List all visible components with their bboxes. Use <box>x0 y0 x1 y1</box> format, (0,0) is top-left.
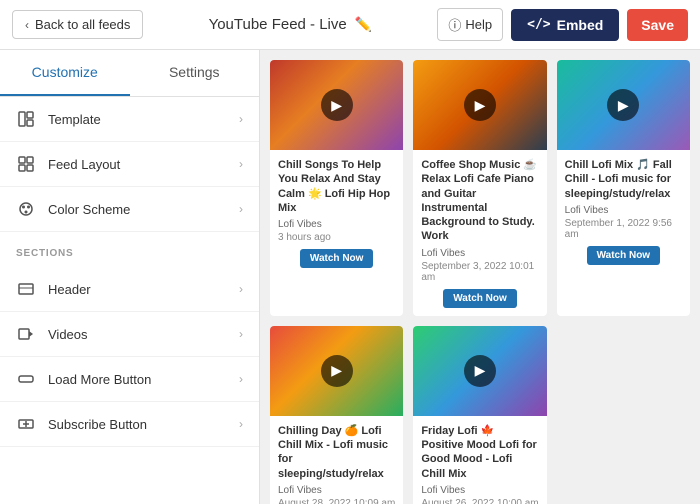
subscribe-icon <box>16 414 36 434</box>
video-icon <box>16 324 36 344</box>
sidebar-item-template[interactable]: Template › <box>0 97 259 142</box>
video-info: Chill Lofi Mix 🎵 Fall Chill - Lofi music… <box>557 150 690 273</box>
video-thumbnail: ▶ <box>557 60 690 150</box>
video-title: Chill Songs To Help You Relax And Stay C… <box>278 158 395 215</box>
content-area: ▶ Chill Songs To Help You Relax And Stay… <box>260 50 700 504</box>
play-button[interactable]: ▶ <box>464 89 496 121</box>
tab-settings[interactable]: Settings <box>130 50 260 96</box>
video-date: 3 hours ago <box>278 232 395 243</box>
sidebar-item-feed-layout[interactable]: Feed Layout › <box>0 142 259 187</box>
back-label: Back to all feeds <box>35 17 130 32</box>
sidebar-item-label: Feed Layout <box>48 157 120 172</box>
video-title: Chilling Day 🍊 Lofi Chill Mix - Lofi mus… <box>278 424 395 481</box>
chevron-left-icon: ‹ <box>25 18 29 32</box>
chevron-right-icon: › <box>239 417 243 431</box>
color-scheme-icon <box>16 199 36 219</box>
video-card: ▶ Friday Lofi 🍁 Positive Mood Lofi for G… <box>413 326 546 504</box>
sidebar-item-label: Header <box>48 282 91 297</box>
watch-now-button[interactable]: Watch Now <box>587 246 661 265</box>
video-channel: Lofi Vibes <box>565 205 682 216</box>
chevron-right-icon: › <box>239 282 243 296</box>
app-header: ‹ Back to all feeds YouTube Feed - Live … <box>0 0 700 50</box>
watch-now-button[interactable]: Watch Now <box>443 289 517 308</box>
chevron-right-icon: › <box>239 157 243 171</box>
video-title: Friday Lofi 🍁 Positive Mood Lofi for Goo… <box>421 424 538 481</box>
help-label: Help <box>465 17 492 32</box>
video-date: September 3, 2022 10:01 am <box>421 261 538 283</box>
sidebar-tabs: Customize Settings <box>0 50 259 97</box>
play-button[interactable]: ▶ <box>464 355 496 387</box>
video-thumbnail: ▶ <box>413 60 546 150</box>
save-label: Save <box>641 17 674 33</box>
save-button[interactable]: Save <box>627 9 688 41</box>
chevron-right-icon: › <box>239 202 243 216</box>
video-date: August 26, 2022 10:00 am <box>421 498 538 504</box>
template-icon <box>16 109 36 129</box>
video-thumbnail: ▶ <box>270 326 403 416</box>
chevron-right-icon: › <box>239 327 243 341</box>
sidebar-item-label: Color Scheme <box>48 202 130 217</box>
header-icon <box>16 279 36 299</box>
video-card: ▶ Chill Songs To Help You Relax And Stay… <box>270 60 403 316</box>
video-info: Chilling Day 🍊 Lofi Chill Mix - Lofi mus… <box>270 416 403 504</box>
video-channel: Lofi Vibes <box>278 485 395 496</box>
sidebar-item-videos[interactable]: Videos › <box>0 312 259 357</box>
chevron-right-icon: › <box>239 372 243 386</box>
tab-customize[interactable]: Customize <box>0 50 130 96</box>
sidebar-item-label: Subscribe Button <box>48 417 147 432</box>
help-icon: ⓘ <box>448 15 461 34</box>
layout-icon <box>16 154 36 174</box>
video-date: August 28, 2022 10:09 am <box>278 498 395 504</box>
play-button[interactable]: ▶ <box>321 355 353 387</box>
watch-now-button[interactable]: Watch Now <box>300 249 374 268</box>
sidebar-item-label: Load More Button <box>48 372 151 387</box>
video-channel: Lofi Vibes <box>421 485 538 496</box>
code-icon: </> <box>527 17 550 32</box>
video-channel: Lofi Vibes <box>278 219 395 230</box>
video-grid: ▶ Chill Songs To Help You Relax And Stay… <box>270 60 690 504</box>
header-actions: ⓘ Help </> Embed Save <box>437 8 688 41</box>
main-layout: Customize Settings Template › <box>0 50 700 504</box>
sidebar: Customize Settings Template › <box>0 50 260 504</box>
help-button[interactable]: ⓘ Help <box>437 8 503 41</box>
embed-label: Embed <box>557 17 604 33</box>
video-card: ▶ Chill Lofi Mix 🎵 Fall Chill - Lofi mus… <box>557 60 690 316</box>
sidebar-item-header[interactable]: Header › <box>0 267 259 312</box>
sidebar-item-label: Template <box>48 112 101 127</box>
embed-button[interactable]: </> Embed <box>511 9 619 41</box>
video-thumbnail: ▶ <box>270 60 403 150</box>
sections-label: SECTIONS <box>0 232 259 267</box>
back-button[interactable]: ‹ Back to all feeds <box>12 10 143 39</box>
video-title: Coffee Shop Music ☕ Relax Lofi Cafe Pian… <box>421 158 538 244</box>
video-info: Friday Lofi 🍁 Positive Mood Lofi for Goo… <box>413 416 546 504</box>
video-thumbnail: ▶ <box>413 326 546 416</box>
video-date: September 1, 2022 9:56 am <box>565 218 682 240</box>
sidebar-item-color-scheme[interactable]: Color Scheme › <box>0 187 259 232</box>
edit-icon[interactable]: ✏️ <box>355 16 372 33</box>
video-card: ▶ Coffee Shop Music ☕ Relax Lofi Cafe Pi… <box>413 60 546 316</box>
video-info: Coffee Shop Music ☕ Relax Lofi Cafe Pian… <box>413 150 546 316</box>
play-button[interactable]: ▶ <box>607 89 639 121</box>
sidebar-item-subscribe[interactable]: Subscribe Button › <box>0 402 259 447</box>
video-info: Chill Songs To Help You Relax And Stay C… <box>270 150 403 276</box>
chevron-right-icon: › <box>239 112 243 126</box>
video-title: Chill Lofi Mix 🎵 Fall Chill - Lofi music… <box>565 158 682 201</box>
feed-title-text: YouTube Feed - Live <box>209 16 347 33</box>
load-more-icon <box>16 369 36 389</box>
video-channel: Lofi Vibes <box>421 248 538 259</box>
sidebar-item-label: Videos <box>48 327 88 342</box>
video-card: ▶ Chilling Day 🍊 Lofi Chill Mix - Lofi m… <box>270 326 403 504</box>
feed-title-area: YouTube Feed - Live ✏️ <box>209 16 373 33</box>
sidebar-item-load-more[interactable]: Load More Button › <box>0 357 259 402</box>
play-button[interactable]: ▶ <box>321 89 353 121</box>
